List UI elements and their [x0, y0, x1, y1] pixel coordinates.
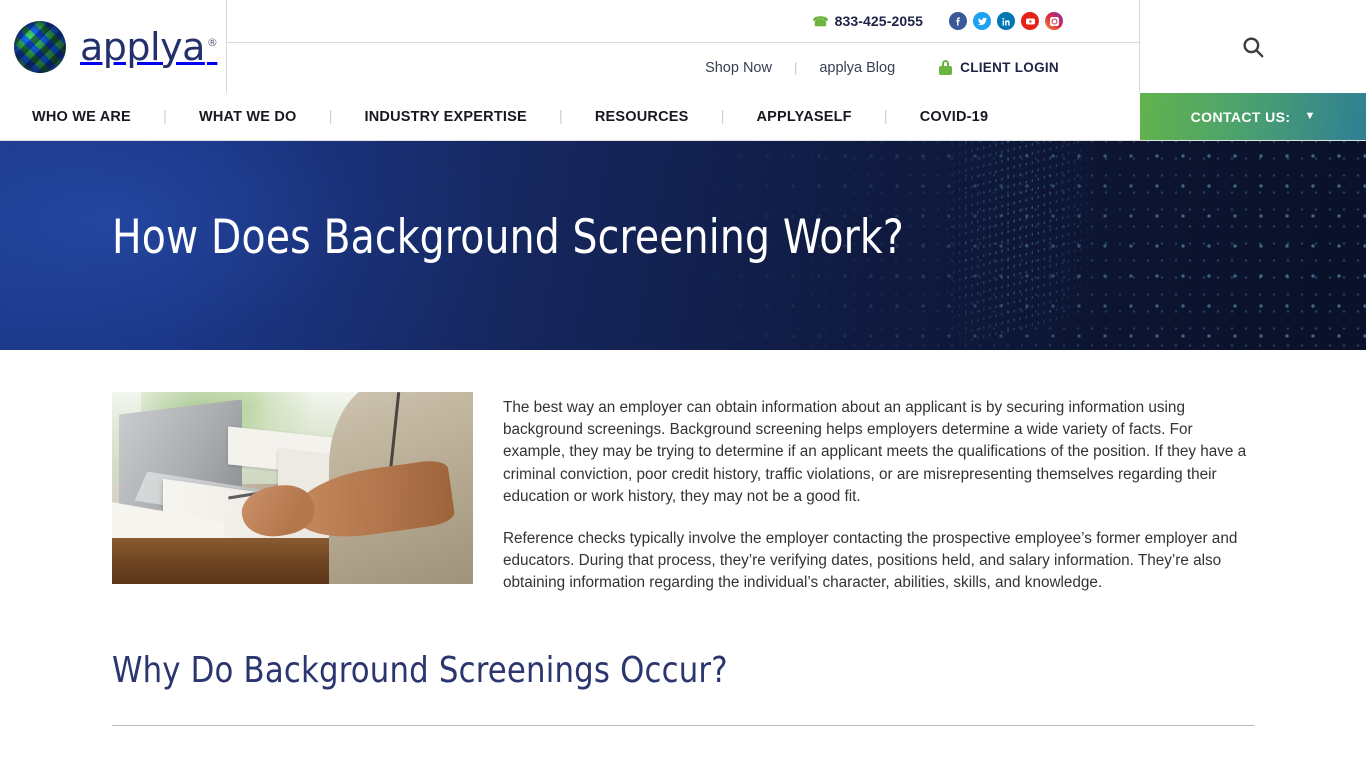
social-links [949, 12, 1063, 30]
brand-wordmark: applya ® [80, 24, 218, 69]
facebook-glyph [955, 16, 960, 26]
page-title: How Does Background Screening Work? [112, 210, 904, 265]
twitter-glyph [977, 17, 987, 25]
linkedin-icon[interactable] [997, 12, 1015, 30]
nav-items: WHO WE ARE | WHAT WE DO | INDUSTRY EXPER… [0, 93, 1140, 140]
nav-divider: | [720, 108, 725, 125]
contact-us-button[interactable]: CONTACT US: ▼ [1140, 93, 1366, 140]
applya-blog-link[interactable]: applya Blog [797, 60, 917, 76]
search-zone [1140, 0, 1366, 93]
topbar: ☎ 833-425-2055 [227, 0, 1139, 43]
lock-icon [939, 60, 953, 75]
main-navigation: WHO WE ARE | WHAT WE DO | INDUSTRY EXPER… [0, 93, 1366, 141]
youtube-glyph [1025, 18, 1035, 24]
nav-item-who-we-are[interactable]: WHO WE ARE [32, 109, 131, 125]
search-button[interactable] [1238, 32, 1268, 62]
client-login-label: CLIENT LOGIN [960, 60, 1059, 75]
youtube-icon[interactable] [1021, 12, 1039, 30]
site-header: applya ® ☎ 833-425-2055 Shop Now | apply… [0, 0, 1366, 93]
utility-bar: Shop Now | applya Blog CLIENT LOGIN [227, 43, 1139, 92]
logo-link[interactable]: applya ® [0, 0, 227, 93]
topbar-wrap: ☎ 833-425-2055 Shop Now | applya Blog CL… [227, 0, 1140, 92]
paragraph-2: Reference checks typically involve the e… [503, 530, 1238, 592]
chevron-down-icon: ▼ [1304, 110, 1316, 122]
linkedin-glyph [1001, 17, 1010, 26]
section-divider [112, 724, 1254, 726]
main-content: The best way an employer can obtain info… [0, 350, 1366, 726]
nav-item-applyaself[interactable]: APPLYASELF [757, 109, 852, 125]
hero-banner: How Does Background Screening Work? [0, 141, 1366, 350]
article-text: The best way an employer can obtain info… [503, 392, 1254, 595]
facebook-icon[interactable] [949, 12, 967, 30]
globe-icon [14, 20, 66, 73]
article-image [112, 392, 473, 584]
nav-divider: | [558, 108, 563, 125]
phone-link[interactable]: ☎ 833-425-2055 [812, 13, 923, 29]
trademark-symbol: ® [206, 35, 218, 49]
nav-item-resources[interactable]: RESOURCES [595, 109, 689, 125]
nav-item-what-we-do[interactable]: WHAT WE DO [199, 109, 297, 125]
contact-us-label: CONTACT US: [1190, 108, 1291, 125]
paragraph-1: The best way an employer can obtain info… [503, 399, 1247, 505]
nav-divider: | [328, 108, 333, 125]
twitter-icon[interactable] [973, 12, 991, 30]
search-icon [1243, 36, 1264, 57]
intro-row: The best way an employer can obtain info… [0, 350, 1366, 595]
instagram-icon[interactable] [1045, 12, 1063, 30]
brand-name: applya [80, 24, 205, 69]
phone-icon: ☎ [812, 13, 829, 29]
section-heading: Why Do Background Screenings Occur? [112, 649, 728, 691]
nav-item-industry-expertise[interactable]: INDUSTRY EXPERTISE [365, 109, 527, 125]
phone-number: 833-425-2055 [834, 13, 923, 29]
header-right: ☎ 833-425-2055 Shop Now | applya Blog CL… [227, 0, 1366, 93]
nav-item-covid-19[interactable]: COVID-19 [920, 109, 988, 125]
instagram-glyph [1049, 16, 1059, 26]
nav-divider: | [883, 108, 888, 125]
client-login-link[interactable]: CLIENT LOGIN [939, 60, 1059, 75]
shop-now-link[interactable]: Shop Now [683, 60, 794, 76]
nav-divider: | [162, 108, 167, 125]
section-why: Why Do Background Screenings Occur? [0, 595, 1366, 726]
